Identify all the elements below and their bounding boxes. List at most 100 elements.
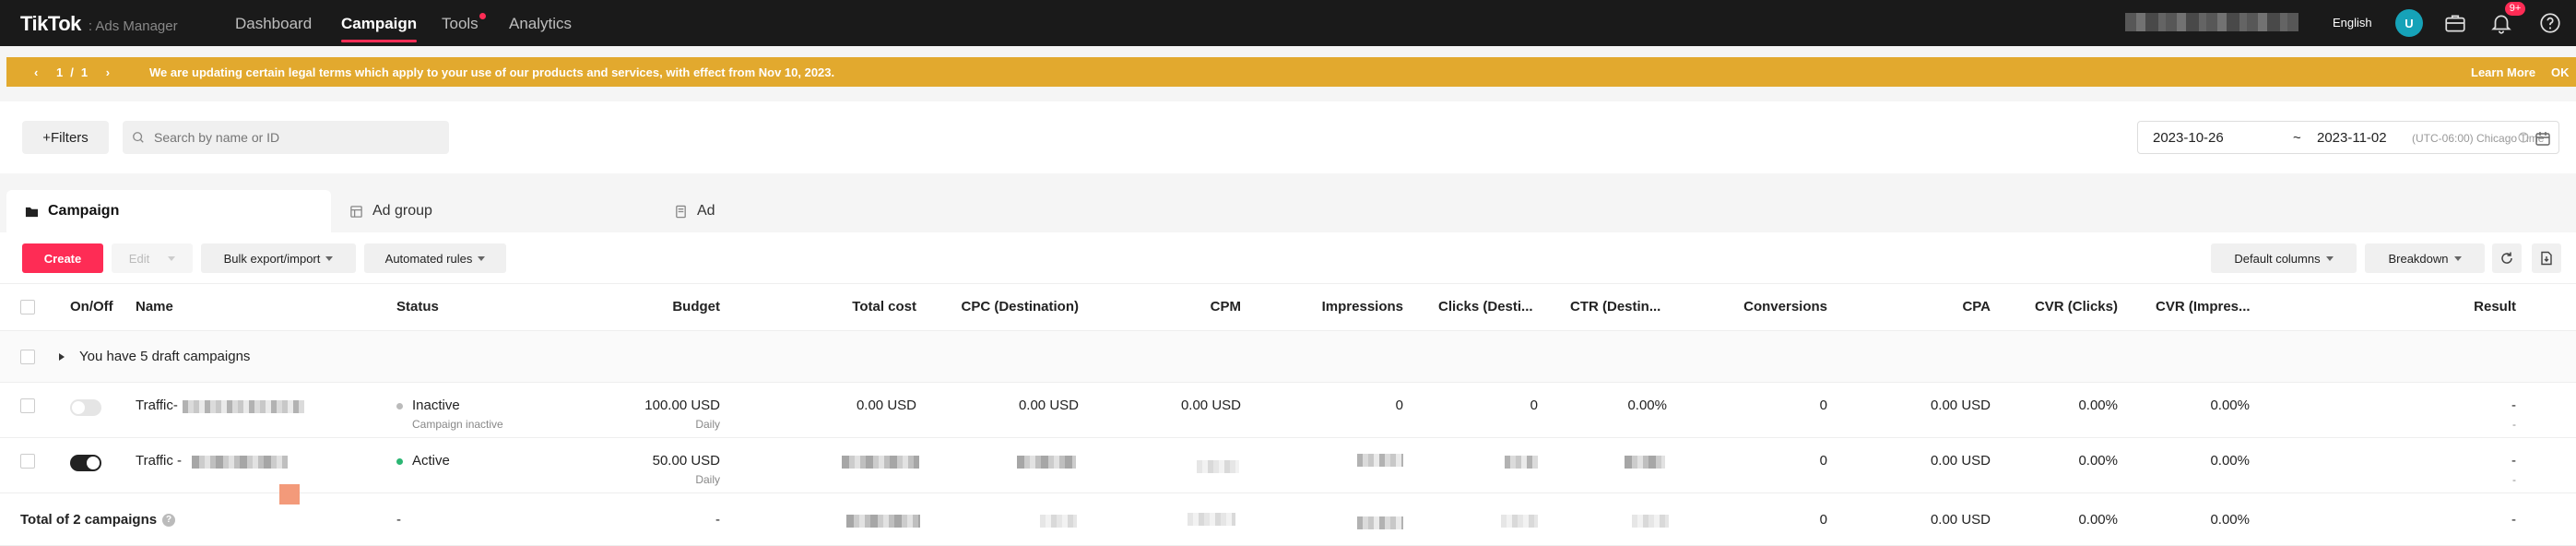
totals-row: Total of 2 campaigns? - - 0 0.00 USD 0.0… bbox=[0, 493, 2576, 546]
tab-ad-group[interactable]: Ad group bbox=[331, 190, 656, 232]
ctr-redacted bbox=[1625, 456, 1665, 469]
campaign-name-redacted bbox=[192, 456, 288, 469]
col-impressions[interactable]: Impressions bbox=[1322, 299, 1403, 315]
cpc-redacted bbox=[1017, 456, 1076, 469]
col-cpa[interactable]: CPA bbox=[1962, 299, 1991, 315]
filters-button[interactable]: +Filters bbox=[22, 121, 109, 154]
campaign-name[interactable]: Traffic- bbox=[136, 398, 178, 413]
filter-bar: +Filters 2023-10-26 ~ 2023-11-02 (UTC-06… bbox=[0, 101, 2576, 173]
ok-button[interactable]: OK bbox=[2551, 65, 2570, 79]
col-cvr-impressions[interactable]: CVR (Impres... bbox=[2156, 299, 2251, 315]
briefcase-icon[interactable] bbox=[2443, 11, 2467, 35]
clicks-redacted bbox=[1505, 456, 1538, 469]
learn-more-link[interactable]: Learn More bbox=[2471, 65, 2535, 79]
col-cvr-clicks[interactable]: CVR (Clicks) bbox=[2035, 299, 2118, 315]
status-dot bbox=[396, 402, 403, 410]
cpa-value: 0.00 USD bbox=[1930, 398, 1991, 413]
nav-tools-label: Tools bbox=[442, 15, 479, 32]
status-text: Active bbox=[412, 453, 450, 469]
budget-value[interactable]: 100.00 USD bbox=[644, 398, 720, 413]
draft-row-checkbox[interactable] bbox=[20, 350, 35, 364]
refresh-icon bbox=[2501, 252, 2512, 264]
prev-announcement-icon[interactable]: ‹ bbox=[34, 65, 38, 79]
totals-status: - bbox=[396, 512, 401, 528]
chevron-down-icon bbox=[2325, 255, 2334, 261]
notification-badge: 9+ bbox=[2505, 2, 2525, 16]
col-conversions[interactable]: Conversions bbox=[1743, 299, 1827, 315]
expand-caret-icon bbox=[59, 353, 65, 362]
bulk-export-import-dropdown[interactable]: Bulk export/import bbox=[201, 243, 356, 273]
help-icon[interactable] bbox=[2538, 11, 2562, 35]
logo-suffix: : Ads Manager bbox=[88, 18, 178, 34]
folder-icon bbox=[25, 207, 39, 217]
totals-cvr-clicks: 0.00% bbox=[2078, 512, 2118, 528]
account-name-redacted[interactable] bbox=[2125, 13, 2298, 31]
draft-campaigns-row[interactable]: You have 5 draft campaigns bbox=[0, 331, 2576, 383]
conversions-value: 0 bbox=[1819, 453, 1827, 469]
budget-value[interactable]: 50.00 USD bbox=[653, 453, 720, 469]
refresh-button[interactable] bbox=[2492, 243, 2522, 273]
tab-campaign-label: Campaign bbox=[48, 203, 120, 219]
totals-clicks-redacted bbox=[1501, 515, 1538, 528]
col-budget[interactable]: Budget bbox=[672, 299, 720, 315]
edit-dropdown[interactable]: Edit bbox=[112, 243, 193, 273]
totals-ctr-redacted bbox=[1632, 515, 1669, 528]
nav-dashboard[interactable]: Dashboard bbox=[235, 15, 312, 33]
pager-total: 1 bbox=[80, 65, 89, 79]
search-input[interactable] bbox=[123, 121, 449, 154]
help-icon[interactable]: ? bbox=[162, 514, 176, 528]
nav-tools[interactable]: Tools bbox=[442, 13, 486, 33]
col-clicks[interactable]: Clicks (Desti... bbox=[1438, 299, 1533, 315]
result-value: - bbox=[2511, 398, 2516, 413]
date-start: 2023-10-26 bbox=[2153, 130, 2224, 146]
cpm-redacted bbox=[1197, 460, 1239, 473]
default-columns-dropdown[interactable]: Default columns bbox=[2211, 243, 2357, 273]
col-result[interactable]: Result bbox=[2474, 299, 2516, 315]
col-status[interactable]: Status bbox=[396, 299, 439, 315]
campaign-name[interactable]: Traffic - bbox=[136, 453, 182, 469]
cvr-clicks-value: 0.00% bbox=[2078, 453, 2118, 469]
next-announcement-icon[interactable]: › bbox=[106, 65, 110, 79]
col-cpm[interactable]: CPM bbox=[1211, 299, 1241, 315]
table-row[interactable]: Traffic- Inactive Campaign inactive 100.… bbox=[0, 383, 2576, 438]
export-button[interactable] bbox=[2532, 243, 2561, 273]
select-all-checkbox[interactable] bbox=[20, 300, 35, 315]
logo[interactable]: TikTok : Ads Manager bbox=[20, 12, 178, 36]
tab-campaign[interactable]: Campaign bbox=[6, 190, 331, 232]
avatar[interactable]: U bbox=[2395, 9, 2423, 37]
cvr-impressions-value: 0.00% bbox=[2210, 453, 2250, 469]
campaign-table: On/Off Name Status Budget Total cost CPC… bbox=[0, 284, 2576, 546]
table-row[interactable]: Traffic - Active 50.00 USD Daily 0 0.00 … bbox=[0, 438, 2576, 493]
col-onoff[interactable]: On/Off bbox=[70, 299, 113, 315]
language-selector[interactable]: English bbox=[2333, 16, 2372, 30]
status-subtext: Campaign inactive bbox=[412, 418, 503, 431]
search-icon bbox=[133, 132, 144, 143]
tab-ad[interactable]: Ad bbox=[656, 190, 980, 232]
col-cpc[interactable]: CPC (Destination) bbox=[962, 299, 1080, 315]
row-checkbox[interactable] bbox=[20, 398, 35, 413]
col-ctr[interactable]: CTR (Destin... bbox=[1570, 299, 1660, 315]
conversions-value: 0 bbox=[1819, 398, 1827, 413]
create-button[interactable]: Create bbox=[22, 243, 103, 273]
nav-analytics[interactable]: Analytics bbox=[509, 15, 572, 33]
nav-campaign[interactable]: Campaign bbox=[341, 15, 418, 42]
logo-brand: TikTok bbox=[20, 12, 81, 35]
col-name[interactable]: Name bbox=[136, 299, 173, 315]
breakdown-dropdown[interactable]: Breakdown bbox=[2365, 243, 2485, 273]
chevron-down-icon bbox=[2453, 255, 2462, 261]
edit-label: Edit bbox=[128, 251, 150, 266]
draft-row-label[interactable]: You have 5 draft campaigns bbox=[59, 349, 250, 364]
calendar-icon bbox=[2535, 132, 2550, 146]
draft-row-text: You have 5 draft campaigns bbox=[79, 349, 251, 364]
date-range-picker[interactable]: 2023-10-26 ~ 2023-11-02 (UTC-06:00) Chic… bbox=[2137, 121, 2559, 154]
cpc-value: 0.00 USD bbox=[1018, 398, 1079, 413]
automated-rules-dropdown[interactable]: Automated rules bbox=[364, 243, 506, 273]
cpm-value: 0.00 USD bbox=[1180, 398, 1241, 413]
totals-conversions: 0 bbox=[1819, 512, 1827, 528]
campaign-toggle[interactable] bbox=[70, 399, 101, 416]
row-checkbox[interactable] bbox=[20, 454, 35, 469]
automated-label: Automated rules bbox=[384, 251, 473, 266]
col-total-cost[interactable]: Total cost bbox=[852, 299, 916, 315]
campaign-toggle[interactable] bbox=[70, 455, 101, 471]
announcement-pager: ‹ 1 / 1 › bbox=[27, 65, 117, 79]
